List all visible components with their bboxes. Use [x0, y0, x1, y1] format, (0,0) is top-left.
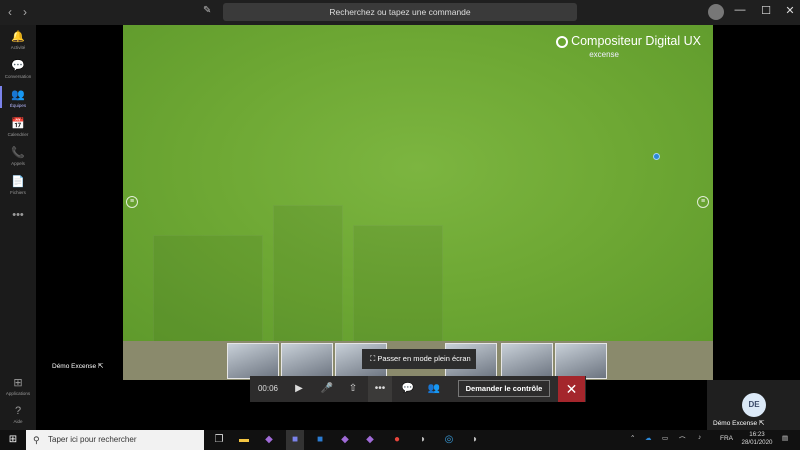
visual-studio-icon[interactable]: ◆ [336, 430, 354, 450]
chrome-icon[interactable]: ● [388, 430, 406, 450]
teams-icon: 👥 [11, 89, 25, 101]
camera-icon[interactable]: ▶ [288, 376, 310, 402]
apps-icon: ⊞ [13, 377, 23, 389]
rail-item-calls[interactable]: 📞 Appels [0, 147, 36, 166]
call-controls: 00:06 ▶ 🎤 ⇧ ••• 💬 👥 Demander le contrôle [250, 376, 586, 402]
rail-item-chat[interactable]: 💬 Conversation [0, 60, 36, 79]
taskbar-search-input[interactable]: ⚲ Taper ici pour rechercher [26, 430, 204, 450]
language-indicator[interactable]: FRA [720, 435, 733, 442]
notifications-icon[interactable]: ▤ [782, 434, 788, 442]
presenter-name: Démo Excense ⇱ [52, 363, 104, 370]
task-view-icon[interactable]: ❐ [210, 430, 228, 450]
rail-item-more[interactable]: ••• [0, 209, 36, 221]
take-control-button[interactable]: Demander le contrôle [458, 380, 550, 397]
outlook-icon[interactable]: ■ [311, 430, 329, 450]
forward-button[interactable]: › [23, 5, 27, 19]
app-rail: 🔔 Activité 💬 Conversation 👥 Équipes 📅 Ca… [0, 25, 36, 430]
compose-icon[interactable]: ✎ [203, 5, 211, 16]
clock[interactable]: 16:23 28/01/2020 [740, 431, 774, 447]
more-icon: ••• [12, 209, 24, 221]
help-icon: ? [14, 405, 22, 417]
share-screen-icon[interactable]: ⇧ [342, 376, 364, 402]
files-icon: 📄 [11, 176, 25, 188]
share-icon: ⇱ [758, 420, 765, 427]
thumbnail[interactable] [555, 343, 607, 379]
fullscreen-tooltip: ⛶ Passer en mode plein écran [362, 349, 476, 369]
rail-item-teams[interactable]: 👥 Équipes [0, 86, 36, 108]
file-explorer-icon[interactable]: ▬ [235, 430, 253, 450]
title-bar: ‹ › ✎ Recherchez ou tapez une commande —… [0, 0, 800, 25]
call-timer: 00:06 [257, 384, 279, 393]
participant-name: Démo Excense ⇱ [713, 420, 765, 427]
close-button[interactable]: ✕ [780, 4, 800, 17]
visual-studio-icon[interactable]: ◆ [260, 430, 278, 450]
microphone-icon[interactable]: 🎤 [316, 376, 338, 402]
cloud-icon[interactable]: ☁ [645, 434, 652, 442]
avatar[interactable] [708, 4, 724, 20]
left-panel-handle[interactable]: ≡ [126, 196, 138, 208]
rail-item-help[interactable]: ? Aide [0, 405, 36, 424]
share-icon: ⇱ [97, 363, 104, 370]
chevron-up-icon[interactable]: ⌃ [630, 434, 635, 442]
app-icon[interactable]: ◗ [466, 430, 484, 450]
rail-item-activity[interactable]: 🔔 Activité [0, 31, 36, 50]
teams-app-icon[interactable]: ■ [286, 430, 304, 450]
logo-icon [556, 35, 569, 48]
app-logo: Compositeur Digital UX excense [556, 34, 701, 59]
thumbnail[interactable] [281, 343, 333, 379]
minimize-button[interactable]: — [730, 4, 750, 16]
command-search-input[interactable]: Recherchez ou tapez une commande [223, 3, 577, 21]
maximize-button[interactable]: ☐ [756, 4, 776, 17]
participant-avatar: DE [742, 393, 766, 417]
network-icon[interactable]: ⌒ [679, 434, 686, 444]
rail-item-calendar[interactable]: 📅 Calendrier [0, 118, 36, 137]
thumbnail[interactable] [501, 343, 553, 379]
calendar-icon: 📅 [11, 118, 25, 130]
rail-item-apps[interactable]: ⊞ Applications [0, 377, 36, 396]
app-icon[interactable]: ◎ [440, 430, 458, 450]
close-icon: ✕ [565, 381, 578, 397]
hang-up-button[interactable]: ✕ [558, 376, 585, 402]
phone-icon: 📞 [11, 147, 25, 159]
monitor-icon[interactable]: ▭ [662, 434, 668, 442]
back-button[interactable]: ‹ [8, 5, 12, 19]
app-icon[interactable]: ◗ [414, 430, 432, 450]
shared-screen[interactable]: Compositeur Digital UX excense ≡ ≡ [123, 25, 713, 341]
participants-icon[interactable]: 👥 [424, 376, 444, 402]
more-options-icon[interactable]: ••• [368, 376, 392, 402]
cursor-indicator [653, 153, 660, 160]
thumbnail[interactable] [227, 343, 279, 379]
search-icon: ⚲ [33, 435, 40, 445]
volume-icon[interactable]: ♪ [698, 434, 701, 441]
right-panel-handle[interactable]: ≡ [697, 196, 709, 208]
bell-icon: 🔔 [11, 31, 25, 43]
windows-start-icon[interactable]: ⊞ [4, 430, 22, 450]
chat-icon: 💬 [11, 60, 25, 72]
chat-icon[interactable]: 💬 [398, 376, 418, 402]
rail-item-files[interactable]: 📄 Fichiers [0, 176, 36, 195]
visual-studio-icon[interactable]: ◆ [361, 430, 379, 450]
